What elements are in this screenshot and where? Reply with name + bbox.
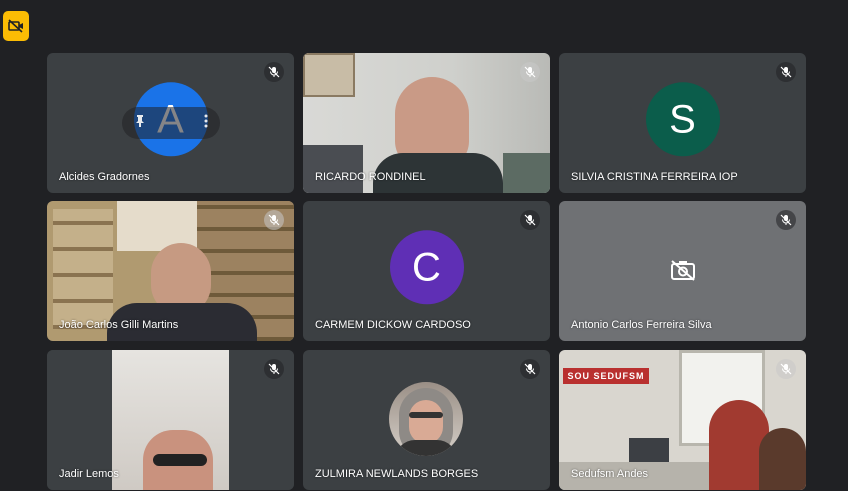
participant-tile-joao[interactable]: João Carlos Gilli Martins	[47, 201, 294, 341]
participant-tile-carmem[interactable]: C CARMEM DICKOW CARDOSO	[303, 201, 550, 341]
participant-tile-antonio[interactable]: Antonio Carlos Ferreira Silva	[559, 201, 806, 341]
avatar-photo	[389, 382, 463, 456]
muted-mic-icon	[776, 210, 796, 230]
more-options-icon[interactable]	[204, 114, 208, 133]
participant-name: Antonio Carlos Ferreira Silva	[571, 319, 712, 331]
participant-name: Alcides Gradornes	[59, 171, 150, 183]
muted-mic-icon	[264, 210, 284, 230]
participant-name: Sedufsm Andes	[571, 468, 649, 480]
participant-tile-alcides[interactable]: A Alcides Gradornes	[47, 53, 294, 193]
participant-tile-zulmira[interactable]: ZULMIRA NEWLANDS BORGES	[303, 350, 550, 490]
avatar: C	[389, 230, 464, 305]
participant-tile-sedufsm[interactable]: SOU SEDUFSM Sedufsm Andes	[559, 350, 806, 490]
participant-name: Jadir Lemos	[59, 468, 119, 480]
avatar: S	[645, 82, 720, 157]
participant-name: RICARDO RONDINEL	[315, 171, 426, 183]
participant-tile-silvia[interactable]: S SILVIA CRISTINA FERREIRA IOP	[559, 53, 806, 193]
muted-mic-icon	[264, 359, 284, 379]
participant-name: SILVIA CRISTINA FERREIRA IOP	[571, 171, 738, 183]
tile-hover-controls[interactable]	[122, 107, 220, 139]
muted-mic-icon	[776, 62, 796, 82]
muted-mic-icon	[264, 62, 284, 82]
camera-off-button[interactable]	[3, 11, 29, 41]
participant-name: ZULMIRA NEWLANDS BORGES	[315, 468, 479, 480]
participant-tile-jadir[interactable]: Jadir Lemos	[47, 350, 294, 490]
camera-off-icon	[8, 19, 23, 33]
wall-sign: SOU SEDUFSM	[563, 368, 649, 384]
pin-icon[interactable]	[134, 114, 146, 133]
participant-name: João Carlos Gilli Martins	[59, 319, 179, 331]
participant-tile-ricardo[interactable]: RICARDO RONDINEL	[303, 53, 550, 193]
muted-mic-icon	[776, 359, 796, 379]
participant-name: CARMEM DICKOW CARDOSO	[315, 319, 471, 331]
muted-mic-icon	[520, 210, 540, 230]
muted-mic-icon	[520, 62, 540, 82]
muted-mic-icon	[520, 359, 540, 379]
camera-off-icon	[670, 259, 696, 286]
